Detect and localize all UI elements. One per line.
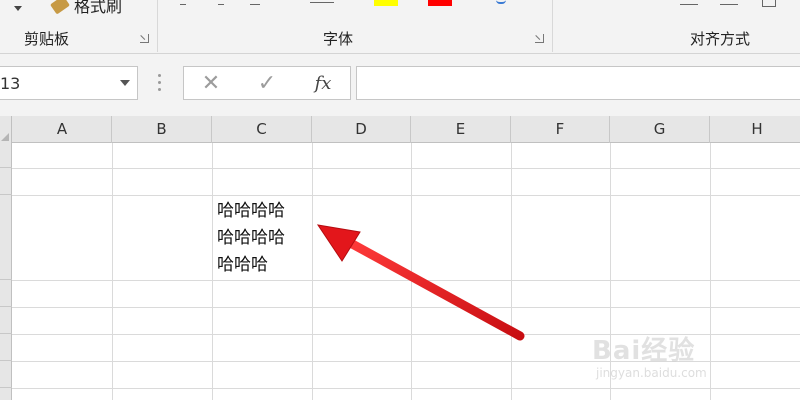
formula-input[interactable] bbox=[356, 66, 800, 100]
row-header[interactable] bbox=[0, 195, 12, 280]
name-box[interactable]: 13 bbox=[0, 66, 138, 100]
column-header-d[interactable]: D bbox=[312, 116, 411, 143]
highlight-color-swatch[interactable] bbox=[374, 0, 398, 6]
column-header-h[interactable]: H bbox=[710, 116, 800, 143]
column-header-a[interactable]: A bbox=[13, 116, 112, 143]
column-header-g[interactable]: G bbox=[610, 116, 710, 143]
formula-buttons: ✕ ✓ fx bbox=[183, 66, 351, 100]
row-headers bbox=[0, 143, 12, 400]
gridline bbox=[12, 280, 800, 281]
enter-button[interactable]: ✓ bbox=[242, 67, 292, 99]
bold-icon[interactable] bbox=[180, 4, 186, 5]
column-headers: A B C D E F G H bbox=[0, 116, 800, 143]
font-settings-icon[interactable] bbox=[496, 0, 506, 4]
align-middle-icon[interactable] bbox=[720, 4, 738, 5]
row-header[interactable] bbox=[0, 361, 12, 388]
column-header-f[interactable]: F bbox=[511, 116, 610, 143]
fx-icon: fx bbox=[314, 72, 332, 94]
border-icon[interactable] bbox=[310, 2, 334, 3]
watermark-url: jingyan.baidu.com bbox=[596, 366, 707, 380]
clipboard-launcher-icon[interactable] bbox=[140, 34, 149, 43]
group-divider bbox=[157, 0, 158, 52]
close-icon: ✕ bbox=[201, 70, 221, 96]
column-header-e[interactable]: E bbox=[411, 116, 511, 143]
align-top-icon[interactable] bbox=[680, 4, 698, 5]
watermark: Bai经验 jingyan.baidu.com bbox=[590, 308, 780, 388]
row-header[interactable] bbox=[0, 334, 12, 361]
font-group-label: 字体 bbox=[323, 30, 354, 48]
gridline bbox=[12, 195, 800, 196]
format-painter-icon bbox=[50, 0, 70, 15]
wrap-text-icon[interactable] bbox=[762, 0, 776, 7]
group-divider bbox=[552, 0, 553, 52]
name-box-value: 13 bbox=[0, 74, 21, 93]
formula-bar: 13 ✕ ✓ fx bbox=[0, 54, 800, 116]
column-header-c[interactable]: C bbox=[212, 116, 312, 143]
insert-function-button[interactable]: fx bbox=[298, 67, 348, 99]
alignment-group-label: 对齐方式 bbox=[690, 30, 751, 48]
clipboard-group-label: 剪贴板 bbox=[24, 30, 70, 48]
select-all-button[interactable] bbox=[0, 116, 12, 143]
row-header[interactable] bbox=[0, 143, 12, 168]
gridline bbox=[12, 168, 800, 169]
excel-window: 格式刷 剪贴板 字体 对齐方式 13 ✕ ✓ fx A B C D E F G … bbox=[0, 0, 800, 400]
watermark-brand: Bai经验 bbox=[592, 336, 696, 366]
row-header[interactable] bbox=[0, 280, 12, 307]
format-painter-button[interactable]: 格式刷 bbox=[50, 0, 123, 16]
column-header-b[interactable]: B bbox=[112, 116, 212, 143]
italic-icon[interactable] bbox=[218, 4, 224, 5]
cell-c-text[interactable]: 哈哈哈哈 哈哈哈哈 哈哈哈 bbox=[217, 198, 313, 279]
check-icon: ✓ bbox=[257, 70, 277, 96]
paste-dropdown-icon[interactable] bbox=[14, 6, 22, 11]
font-launcher-icon[interactable] bbox=[535, 34, 544, 43]
underline-icon[interactable] bbox=[250, 4, 260, 5]
row-header[interactable] bbox=[0, 168, 12, 195]
drag-handle-icon[interactable] bbox=[158, 74, 162, 94]
chevron-down-icon[interactable] bbox=[120, 80, 130, 86]
gridline bbox=[12, 388, 800, 389]
font-color-swatch[interactable] bbox=[428, 0, 452, 6]
format-painter-label: 格式刷 bbox=[74, 0, 123, 16]
ribbon: 格式刷 剪贴板 字体 对齐方式 bbox=[0, 0, 800, 54]
row-header[interactable] bbox=[0, 307, 12, 334]
cancel-button[interactable]: ✕ bbox=[186, 67, 236, 99]
